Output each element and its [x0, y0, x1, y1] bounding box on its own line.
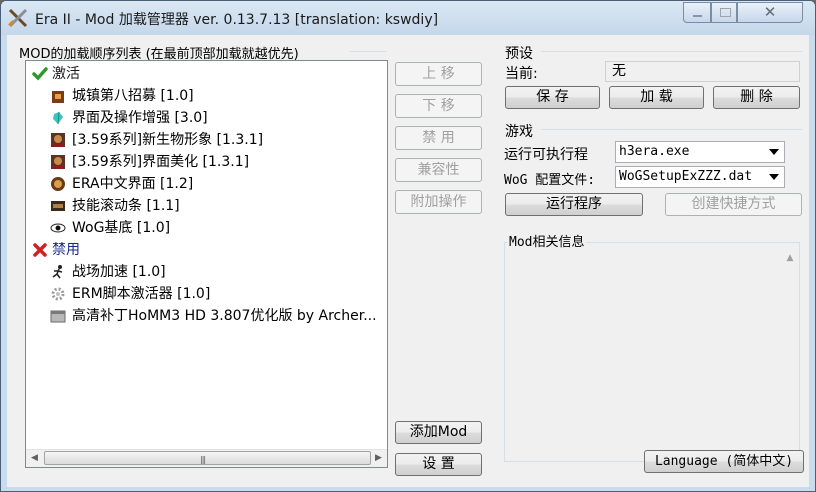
current-preset-label: 当前:: [505, 66, 538, 82]
compatibility-button[interactable]: 兼容性: [395, 158, 482, 182]
cross-icon: [33, 243, 47, 257]
maximize-button[interactable]: [711, 2, 737, 23]
scrollbar-icon: [51, 201, 65, 211]
group-border: [541, 51, 802, 52]
mod-info-box[interactable]: ▲ ▼: [504, 242, 800, 462]
window-title: Era II - Mod 加载管理器 ver. 0.13.7.13 [trans…: [35, 12, 439, 28]
app-window: Era II - Mod 加载管理器 ver. 0.13.7.13 [trans…: [0, 0, 816, 492]
group-border: [541, 129, 802, 130]
load-preset-button[interactable]: 加 载: [609, 86, 704, 109]
game-title: 游戏: [505, 124, 533, 140]
mod-item-label: 城镇第八招募 [1.0]: [72, 88, 194, 104]
current-preset-field: 无: [605, 61, 800, 82]
creature-portrait-icon: [51, 155, 65, 169]
presets-title: 预设: [505, 46, 533, 62]
chevron-down-icon[interactable]: [769, 174, 779, 180]
exe-select-value: h3era.exe: [619, 144, 690, 159]
run-game-button[interactable]: 运行程序: [505, 193, 643, 216]
creature-portrait-icon: [51, 133, 65, 147]
scroll-up-icon[interactable]: ▲: [782, 253, 798, 263]
settings-button[interactable]: 设 置: [395, 453, 482, 476]
mod-item-label: 界面及操作增强 [3.0]: [72, 110, 208, 126]
mod-tree[interactable]: 激活 城镇第八招募 [1.0] 界面及操作增强 [3.0] [3.59系列]新生…: [25, 60, 388, 468]
mod-item-label: WoG基底 [1.0]: [72, 220, 171, 236]
mod-item-label: [3.59系列]界面美化 [1.3.1]: [72, 154, 250, 170]
close-icon: ✕: [763, 3, 777, 21]
client-area: MOD的加载顺序列表 (在最前顶部加载就越优先) 激活 城镇第八招募 [1.0]…: [7, 35, 809, 487]
exe-select[interactable]: h3era.exe: [615, 141, 785, 163]
save-preset-button[interactable]: 保 存: [505, 86, 600, 109]
group-border: [350, 51, 386, 52]
language-button[interactable]: Language (简体中文): [644, 450, 804, 473]
disable-button[interactable]: 禁 用: [395, 126, 482, 150]
group-enabled-label: 激活: [52, 66, 80, 82]
mod-info-title: Mod相关信息: [507, 231, 587, 250]
horizontal-scrollbar[interactable]: ◀ ||| ▶: [26, 449, 387, 467]
create-shortcut-button[interactable]: 创建快捷方式: [665, 193, 802, 216]
title-bar[interactable]: Era II - Mod 加载管理器 ver. 0.13.7.13 [trans…: [1, 1, 815, 35]
group-disabled-label: 禁用: [52, 242, 80, 258]
scroll-left-icon[interactable]: ◀: [26, 450, 43, 467]
shield-icon: [51, 177, 65, 191]
minimize-button[interactable]: [683, 2, 711, 23]
castle-icon: [52, 91, 64, 103]
delete-preset-button[interactable]: 删 除: [713, 86, 800, 109]
gear-icon: [51, 287, 65, 301]
check-icon: [32, 67, 48, 81]
crystal-icon: [53, 111, 63, 125]
mod-item-label: 高清补丁HoMM3 HD 3.807优化版 by Archer...: [72, 308, 377, 324]
exe-label: 运行可执行程: [504, 147, 588, 163]
mod-item-label: 技能滚动条 [1.1]: [72, 198, 180, 214]
mod-item-label: ERM脚本激活器 [1.0]: [72, 286, 211, 302]
window-icon: [50, 310, 66, 323]
mod-item-label: [3.59系列]新生物形象 [1.3.1]: [72, 132, 264, 148]
crossed-swords-icon: [8, 8, 28, 28]
close-button[interactable]: ✕: [737, 2, 803, 23]
add-mod-button[interactable]: 添加Mod: [395, 421, 482, 444]
mod-item-label: 战场加速 [1.0]: [72, 264, 166, 280]
config-select-value: WoGSetupExZZZ.dat: [619, 169, 753, 184]
config-select[interactable]: WoGSetupExZZZ.dat: [615, 166, 785, 188]
runner-icon: [52, 265, 63, 279]
chevron-down-icon[interactable]: [769, 149, 779, 155]
config-label: WoG 配置文件:: [504, 173, 596, 188]
eye-icon: [50, 223, 66, 233]
scroll-right-icon[interactable]: ▶: [370, 450, 387, 467]
extra-operations-button[interactable]: 附加操作: [395, 190, 482, 214]
scroll-thumb[interactable]: |||: [44, 451, 371, 465]
move-up-button[interactable]: 上 移: [395, 62, 482, 86]
mod-item-label: ERA中文界面 [1.2]: [72, 176, 194, 192]
vertical-scrollbar[interactable]: ▲ ▼: [782, 253, 798, 460]
move-down-button[interactable]: 下 移: [395, 94, 482, 118]
